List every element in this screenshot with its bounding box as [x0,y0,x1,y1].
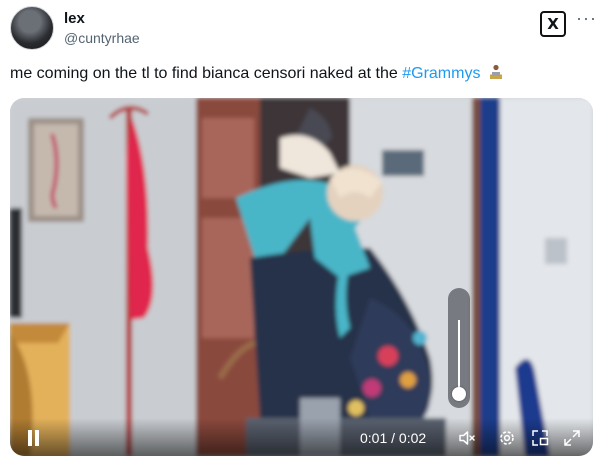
time-separator: / [387,430,399,446]
hashtag-link[interactable]: #Grammys [402,65,480,82]
fullscreen-icon[interactable] [562,428,582,448]
x-logo-icon[interactable]: X [540,11,566,37]
pip-icon[interactable] [530,428,550,448]
tweet-text: me coming on the tl to find bianca censo… [10,63,590,85]
video-player[interactable]: 0:01 / 0:02 [10,98,593,456]
avatar[interactable] [10,6,54,50]
video-time: 0:01 / 0:02 [360,430,426,446]
mute-icon[interactable] [457,428,477,448]
settings-gear-icon[interactable] [497,428,517,448]
video-controls: 0:01 / 0:02 [10,418,593,456]
video-frame [10,98,593,456]
person-with-laptop-emoji-icon [488,64,504,80]
duration: 0:02 [398,430,427,446]
volume-fill [458,320,460,394]
author-handle[interactable]: @cuntyrhae [64,30,140,46]
tweet-body: me coming on the tl to find bianca censo… [10,65,403,82]
volume-knob[interactable] [452,387,466,401]
current-time: 0:01 [360,430,388,446]
tweet-header: lex @cuntyrhae X ··· [10,6,596,54]
author-name[interactable]: lex [64,10,85,27]
more-options-icon[interactable]: ··· [576,8,597,29]
pause-button[interactable] [26,430,40,446]
